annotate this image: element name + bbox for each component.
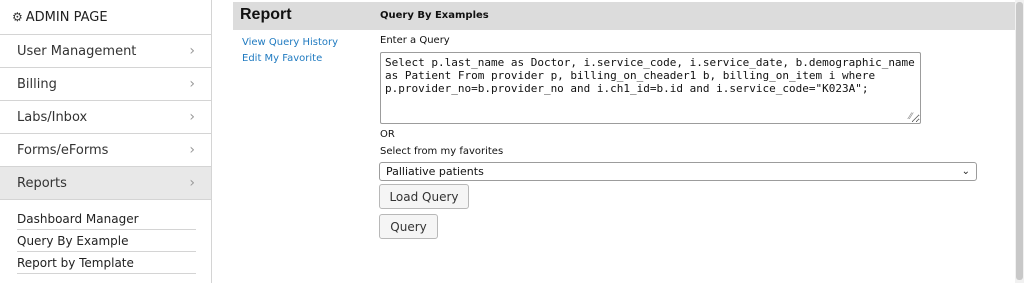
sidebar-item-labs-inbox[interactable]: Labs/Inbox ›: [0, 101, 211, 134]
favorites-select-value: Palliative patients: [386, 165, 484, 178]
submenu-item-report-by-template[interactable]: Report by Template: [17, 252, 196, 274]
sidebar-item-user-management[interactable]: User Management ›: [0, 35, 211, 68]
query-button[interactable]: Query: [379, 214, 438, 239]
sidebar-item-reports[interactable]: Reports ›: [0, 167, 211, 200]
chevron-down-icon: ⌄: [961, 166, 970, 177]
sidebar-item-label: Labs/Inbox: [17, 109, 88, 125]
admin-page-title: ADMIN PAGE: [25, 9, 108, 25]
page-scrollbar[interactable]: [1015, 0, 1024, 283]
reports-submenu: Dashboard Manager Query By Example Repor…: [0, 200, 211, 274]
admin-sidebar: ⚙ ADMIN PAGE User Management › Billing ›…: [0, 0, 212, 283]
chevron-right-icon: ›: [189, 142, 195, 158]
chevron-right-icon: ›: [189, 43, 195, 59]
sidebar-item-label: Reports: [17, 175, 67, 191]
report-links: View Query History Edit My Favorite: [242, 35, 338, 67]
or-label: OR: [380, 129, 395, 140]
sidebar-item-forms-eforms[interactable]: Forms/eForms ›: [0, 134, 211, 167]
gear-icon: ⚙: [12, 10, 23, 24]
submenu-item-query-by-example[interactable]: Query By Example: [17, 230, 196, 252]
page-title: Report: [240, 6, 292, 23]
scrollbar-thumb[interactable]: [1016, 2, 1023, 280]
view-query-history-link[interactable]: View Query History: [242, 35, 338, 51]
favorites-select[interactable]: Palliative patients ⌄: [379, 162, 977, 181]
report-header-bar: Report Query By Examples: [233, 2, 1015, 30]
sidebar-item-billing[interactable]: Billing ›: [0, 68, 211, 101]
section-heading: Query By Examples: [380, 10, 489, 21]
load-query-button[interactable]: Load Query: [379, 184, 469, 209]
chevron-right-icon: ›: [189, 109, 195, 125]
edit-my-favorite-link[interactable]: Edit My Favorite: [242, 51, 338, 67]
resize-grip-icon[interactable]: ⁄⁄: [909, 112, 918, 122]
chevron-right-icon: ›: [189, 76, 195, 92]
sidebar-item-label: User Management: [17, 43, 137, 59]
sidebar-item-label: Forms/eForms: [17, 142, 109, 158]
admin-page-header[interactable]: ⚙ ADMIN PAGE: [0, 0, 211, 35]
sidebar-item-label: Billing: [17, 76, 57, 92]
submenu-item-dashboard-manager[interactable]: Dashboard Manager: [17, 208, 196, 230]
chevron-right-icon: ›: [189, 175, 195, 191]
query-textarea[interactable]: Select p.last_name as Doctor, i.service_…: [380, 52, 921, 124]
enter-query-label: Enter a Query: [380, 35, 450, 46]
favorites-label: Select from my favorites: [380, 146, 504, 157]
